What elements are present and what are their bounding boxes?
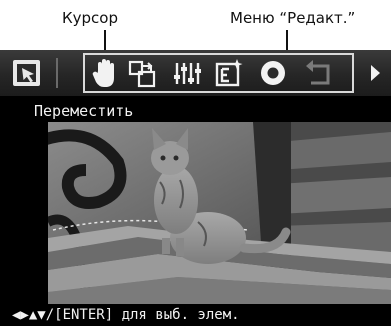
- cat-on-bench-photo: [48, 122, 391, 304]
- edit-menu-callout-label: Меню “Редакт.”: [230, 9, 356, 27]
- scroll-right-button[interactable]: [364, 58, 386, 88]
- cursor-tool-icon: [13, 60, 40, 86]
- move-tool-button[interactable]: [88, 56, 122, 90]
- edit-toolbar: [0, 50, 391, 96]
- filter-effect-icon: [215, 59, 243, 87]
- filter-button[interactable]: [212, 56, 246, 90]
- screen-title: Переместить: [29, 100, 139, 122]
- cursor-callout-label: Курсор: [62, 9, 118, 27]
- adjust-sliders-icon: [174, 63, 201, 84]
- resize-button[interactable]: [126, 56, 160, 90]
- undo-icon: [306, 60, 330, 85]
- hand-move-icon: [92, 59, 114, 87]
- resize-icon: [128, 60, 156, 88]
- toolbar-separator: [56, 58, 58, 88]
- device-screen: Переместить ◀▶▲▼/[ENTER] для выб. элем.: [0, 50, 391, 326]
- adjust-button[interactable]: [170, 56, 204, 90]
- navigation-hint: ◀▶▲▼/[ENTER] для выб. элем.: [0, 304, 391, 326]
- cursor-tool-button[interactable]: [10, 56, 44, 90]
- photo-preview: [48, 122, 391, 304]
- red-eye-icon: [261, 61, 285, 85]
- undo-button[interactable]: [302, 56, 336, 90]
- red-eye-button[interactable]: [256, 56, 290, 90]
- scroll-right-arrow-icon: [371, 65, 380, 81]
